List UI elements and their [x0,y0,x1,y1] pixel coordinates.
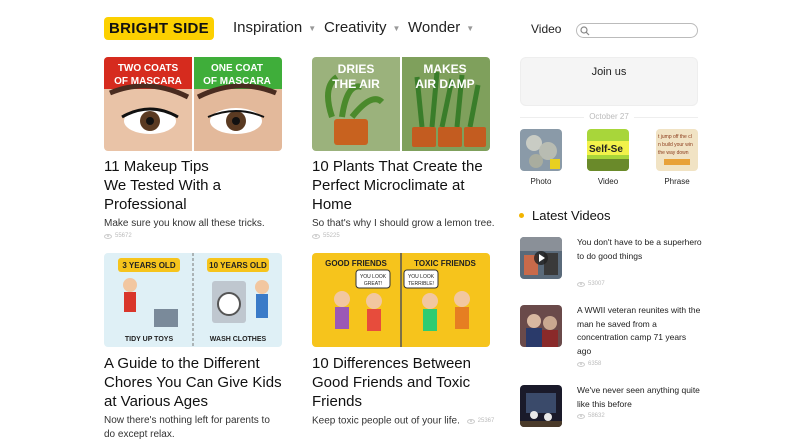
video-title[interactable]: You don't have to be a superhero to do g… [577,236,702,263]
svg-text:n build your win: n build your win [658,142,693,148]
article-thumbnail-plants[interactable]: DRIES THE AIR MAKES AIR DAMP [312,57,490,151]
chevron-down-icon: ▼ [308,24,317,33]
article-description: Now there's nothing left for parents to … [104,415,270,440]
view-count: 55225 [312,233,340,239]
svg-text:t jump off the cl: t jump off the cl [658,134,692,140]
latest-videos-heading: Latest Videos [519,208,611,223]
view-count: 53007 [577,281,605,287]
svg-text:3 YEARS OLD: 3 YEARS OLD [122,261,175,270]
svg-text:WASH CLOTHES: WASH CLOTHES [210,336,267,343]
eye-icon [466,418,475,424]
article-description: So that's why I should grow a lemon tree… [312,218,495,229]
join-us-box[interactable]: Join us [520,57,698,106]
svg-text:GOOD FRIENDS: GOOD FRIENDS [325,259,387,268]
view-count: 58632 [577,413,605,419]
nav-inspiration[interactable]: Inspiration ▼ [233,19,316,36]
svg-text:MAKES: MAKES [423,62,466,76]
bullet-dot [519,213,524,218]
article-thumbnail-makeup[interactable]: TWO COATS OF MASCARA ONE COAT OF MASCARA [104,57,282,151]
svg-text:DRIES: DRIES [338,62,375,76]
chevron-down-icon: ▼ [392,24,401,33]
category-video[interactable]: Self-Se Video [587,129,629,186]
site-header: BRIGHT SIDE Inspiration ▼ Creativity ▼ W… [0,0,800,56]
view-count: 6358 [577,361,601,367]
article-title[interactable]: 11 Makeup Tips We Tested With a Professi… [104,157,234,214]
article-thumbnail-friends[interactable]: GOOD FRIENDS TOXIC FRIENDS YOU LOOK GREA… [312,253,490,347]
view-count-value: 53007 [588,281,605,287]
eye-icon [577,413,585,419]
video-title[interactable]: We've never seen anything quite like thi… [577,384,702,411]
svg-text:OF MASCARA: OF MASCARA [203,76,271,87]
svg-text:the way down: the way down [658,150,689,156]
video-thumbnail[interactable] [520,385,562,427]
svg-text:10 YEARS OLD: 10 YEARS OLD [209,261,267,270]
svg-text:AIR DAMP: AIR DAMP [415,77,474,91]
category-label: Phrase [664,177,690,186]
nav-video[interactable]: Video [531,22,561,36]
view-count-value: 55225 [323,233,340,239]
date-divider: October 27 [520,112,698,121]
svg-text:THE AIR: THE AIR [332,77,380,91]
video-thumbnail[interactable] [520,237,562,279]
view-count-value: 25367 [477,418,495,424]
svg-text:TWO COATS: TWO COATS [118,63,179,74]
video-thumbnail: Self-Se [587,129,629,171]
eye-icon [104,233,112,239]
article-description: Make sure you know all these tricks. [104,218,265,229]
article-title[interactable]: A Guide to the Different Chores You Can … [104,354,284,411]
svg-text:OF MASCARA: OF MASCARA [114,76,182,87]
category-label: Photo [530,177,552,186]
nav-label: Wonder [408,19,461,36]
svg-text:TERRIBLE!: TERRIBLE! [408,281,434,287]
nav-label: Creativity [324,19,387,36]
category-phrase[interactable]: t jump off the cl n build your win the w… [656,129,698,186]
latest-videos-title: Latest Videos [532,208,611,223]
video-title[interactable]: A WWII veteran reunites with the man he … [577,304,702,358]
chevron-down-icon: ▼ [466,24,475,33]
article-title[interactable]: 10 Plants That Create the Perfect Microc… [312,157,497,214]
article-thumbnail-chores[interactable]: 3 YEARS OLD 10 YEARS OLD TIDY UP TOYS WA… [104,253,282,347]
view-count-value: 58632 [588,413,605,419]
view-count: 55672 [104,233,132,239]
site-logo[interactable]: BRIGHT SIDE [104,17,214,40]
nav-creativity[interactable]: Creativity ▼ [324,19,400,36]
eye-icon [312,233,320,239]
nav-wonder[interactable]: Wonder ▼ [408,19,474,36]
view-count: 25367 [466,414,495,428]
search-icon [580,26,590,36]
join-us-label: Join us [591,66,627,78]
svg-text:Self-Se: Self-Se [589,144,623,155]
svg-text:GREAT!: GREAT! [364,281,382,287]
svg-text:TOXIC FRIENDS: TOXIC FRIENDS [414,259,476,268]
video-thumbnail[interactable] [520,305,562,347]
view-count-value: 55672 [115,233,132,239]
search-input[interactable] [576,23,698,38]
svg-text:ONE COAT: ONE COAT [211,63,263,74]
eye-icon [577,361,585,367]
phrase-thumbnail: t jump off the cl n build your win the w… [656,129,698,171]
category-photo[interactable]: Photo [520,129,562,186]
photo-thumbnail [520,129,562,171]
category-label: Video [597,177,619,186]
article-description-text: Keep toxic people out of your life. [312,415,460,427]
article-title[interactable]: 10 Differences Between Good Friends and … [312,354,497,411]
svg-text:TIDY UP TOYS: TIDY UP TOYS [125,336,174,343]
nav-label: Inspiration [233,19,303,36]
article-description: Keep toxic people out of your life. 2536… [312,414,502,429]
view-count-value: 6358 [588,361,602,367]
eye-icon [577,281,585,287]
svg-text:YOU LOOK: YOU LOOK [360,274,387,280]
svg-text:YOU LOOK: YOU LOOK [408,274,435,280]
